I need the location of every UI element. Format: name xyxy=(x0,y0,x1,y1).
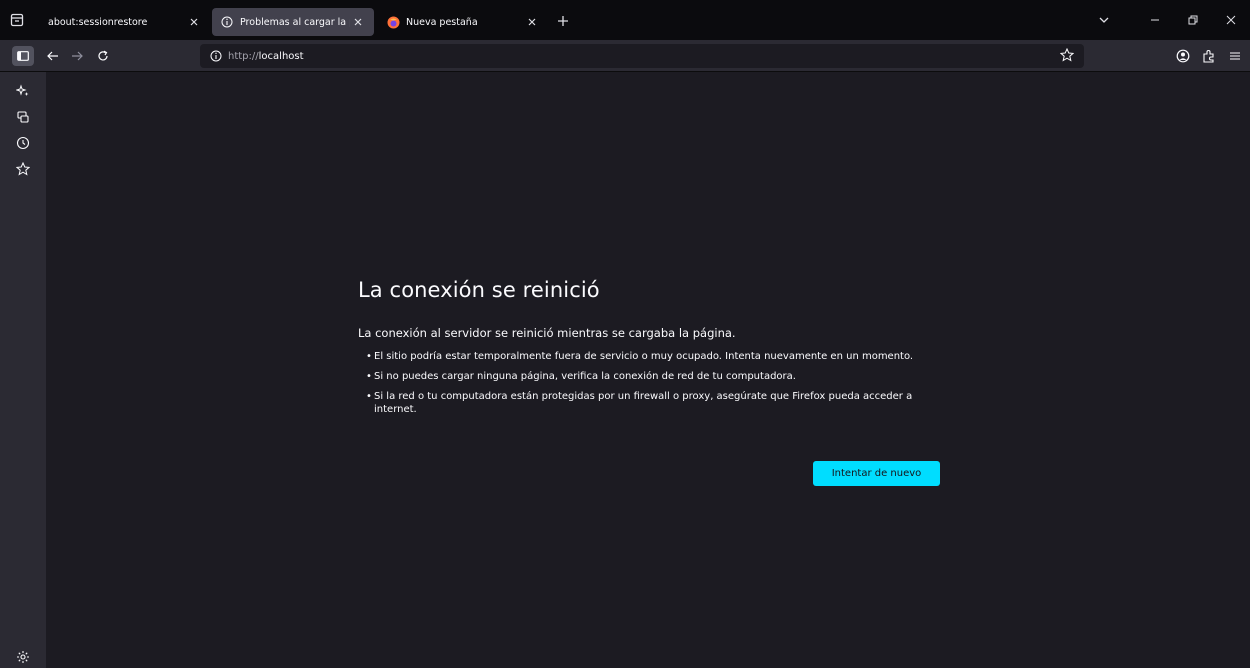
window-controls xyxy=(1136,0,1250,40)
list-item: Si la red o tu computadora están protegi… xyxy=(366,390,948,416)
url-host: localhost xyxy=(258,50,304,62)
list-all-tabs-button[interactable] xyxy=(1096,12,1112,28)
url-scheme: http:// xyxy=(228,50,259,62)
chevron-down-icon xyxy=(1099,17,1109,23)
minimize-icon xyxy=(1151,19,1159,21)
sidebar-icon xyxy=(17,51,29,61)
gear-icon xyxy=(17,651,29,663)
bookmark-star-button[interactable] xyxy=(1060,48,1076,64)
extensions-button[interactable] xyxy=(1200,47,1218,65)
list-item: Si no puedes cargar ninguna página, veri… xyxy=(366,370,948,383)
reload-icon xyxy=(98,50,108,61)
sidebar-ai-chatbot[interactable] xyxy=(14,82,32,100)
firefox-view-button[interactable] xyxy=(0,0,34,40)
navigation-toolbar: http://localhost xyxy=(0,40,1250,72)
account-button[interactable] xyxy=(1174,47,1192,65)
puzzle-icon xyxy=(1203,50,1214,63)
close-icon xyxy=(1226,15,1236,25)
minimize-button[interactable] xyxy=(1136,0,1174,40)
back-button[interactable] xyxy=(44,47,62,65)
firefox-icon xyxy=(386,15,400,29)
tab-label: Nueva pestaña xyxy=(406,16,478,28)
sparkles-icon xyxy=(16,84,29,96)
menu-button[interactable] xyxy=(1226,47,1244,65)
star-icon xyxy=(16,162,30,176)
star-icon xyxy=(1060,48,1074,62)
close-icon xyxy=(354,18,362,26)
close-tab-button[interactable] xyxy=(186,14,202,30)
arrow-left-icon xyxy=(47,51,58,61)
restore-button[interactable] xyxy=(1174,0,1212,40)
retry-button[interactable]: Intentar de nuevo xyxy=(813,461,940,486)
sidebar-history[interactable] xyxy=(14,134,32,152)
tab-nueva-pestana[interactable]: Nueva pestaña xyxy=(378,8,548,36)
close-tab-button[interactable] xyxy=(350,14,366,30)
new-tab-button[interactable] xyxy=(556,14,570,28)
tab-label: about:sessionrestore xyxy=(48,16,148,28)
restore-icon xyxy=(1188,15,1198,25)
close-icon xyxy=(528,18,536,26)
reload-button[interactable] xyxy=(94,47,112,65)
plus-icon xyxy=(558,16,568,26)
page-content: La conexión se reinició La conexión al s… xyxy=(46,72,1250,668)
site-info-icon[interactable] xyxy=(208,48,224,64)
close-icon xyxy=(190,18,198,26)
error-suggestions-list: El sitio podría estar temporalmente fuer… xyxy=(358,350,948,416)
sidebar-toggle-button[interactable] xyxy=(12,46,34,66)
sidebar xyxy=(0,72,46,668)
account-icon xyxy=(1176,49,1190,63)
tab-label: Problemas al cargar la página xyxy=(240,16,350,28)
error-description: La conexión al servidor se reinició mien… xyxy=(358,326,736,340)
tab-sessionrestore[interactable]: about:sessionrestore xyxy=(40,8,210,36)
tab-strip: about:sessionrestore Problemas al cargar… xyxy=(0,0,1250,40)
close-tab-button[interactable] xyxy=(524,14,540,30)
hamburger-menu-icon xyxy=(1230,52,1240,60)
arrow-right-icon xyxy=(72,51,83,61)
error-title: La conexión se reinició xyxy=(358,278,600,302)
synced-tabs-icon xyxy=(17,111,29,123)
info-icon xyxy=(220,15,234,29)
firefox-view-icon xyxy=(10,13,24,27)
tab-problemas[interactable]: Problemas al cargar la página xyxy=(212,8,374,36)
close-window-button[interactable] xyxy=(1212,0,1250,40)
url-text[interactable]: http://localhost xyxy=(228,51,304,62)
browser-window: about:sessionrestore Problemas al cargar… xyxy=(0,0,1250,668)
error-container: La conexión se reinició La conexión al s… xyxy=(358,278,948,486)
sidebar-synced-tabs[interactable] xyxy=(14,108,32,126)
list-item: El sitio podría estar temporalmente fuer… xyxy=(366,350,948,363)
sidebar-bookmarks[interactable] xyxy=(14,160,32,178)
forward-button[interactable] xyxy=(68,47,86,65)
history-clock-icon xyxy=(16,136,30,150)
url-bar[interactable]: http://localhost xyxy=(200,44,1084,68)
sidebar-customize[interactable] xyxy=(14,648,32,666)
